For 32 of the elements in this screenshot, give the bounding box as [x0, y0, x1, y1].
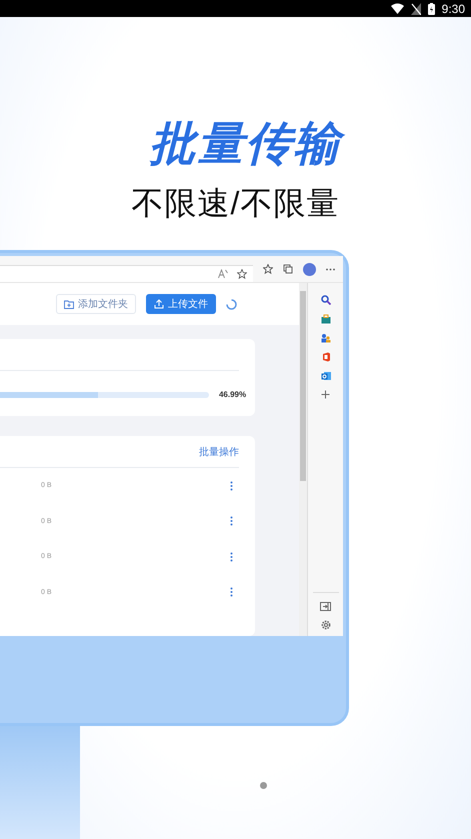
loading-spinner-icon — [226, 298, 238, 310]
more-icon[interactable] — [326, 268, 335, 270]
more-icon[interactable] — [230, 516, 234, 526]
collections-icon[interactable] — [283, 264, 293, 274]
profile-avatar[interactable] — [303, 262, 316, 276]
sidebar-panel-icon[interactable] — [320, 602, 332, 611]
favorite-add-icon[interactable] — [237, 268, 247, 278]
subheadline: 不限速/不限量 — [132, 184, 340, 223]
favorites-icon[interactable] — [263, 264, 273, 274]
no-signal-icon — [410, 2, 421, 14]
batch-action-link[interactable]: 批量操作 — [199, 444, 240, 458]
mail-icon[interactable] — [320, 371, 331, 381]
upload-button[interactable]: 上传文件 — [146, 294, 216, 314]
briefcase-icon[interactable] — [320, 314, 331, 324]
upload-icon — [154, 299, 164, 309]
more-icon[interactable] — [230, 552, 234, 562]
wifi-icon — [390, 3, 404, 14]
page-indicator-dot[interactable] — [260, 782, 267, 789]
battery-charging-icon — [428, 2, 435, 14]
more-icon[interactable] — [230, 480, 234, 491]
plus-icon[interactable] — [321, 390, 330, 399]
more-icon[interactable] — [230, 587, 234, 598]
status-time: 9:30 — [442, 2, 465, 16]
settings-icon[interactable] — [320, 620, 331, 630]
office-icon[interactable] — [320, 352, 331, 362]
scrollbar[interactable] — [299, 283, 308, 636]
progress-percent: 46.99% — [218, 390, 246, 399]
search-icon[interactable] — [320, 295, 331, 305]
read-aloud-icon[interactable] — [218, 269, 229, 278]
folder-icon — [64, 300, 74, 308]
add-folder-button[interactable]: 添加文件夹 — [56, 294, 136, 314]
people-icon[interactable] — [320, 333, 331, 343]
